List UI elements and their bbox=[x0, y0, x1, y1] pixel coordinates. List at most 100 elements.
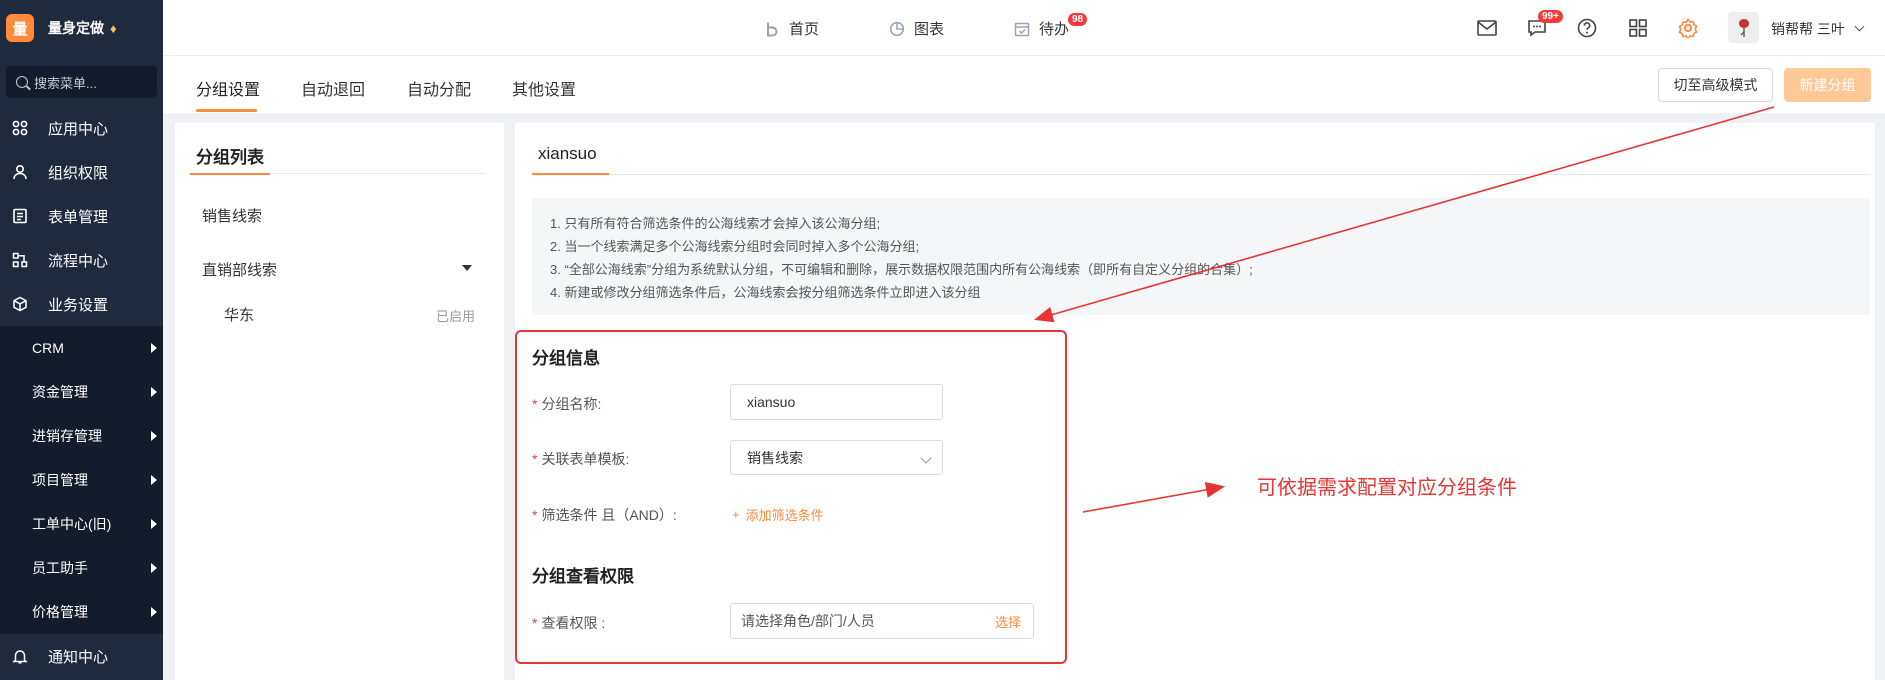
bell-icon bbox=[12, 648, 28, 664]
calendar-icon bbox=[1013, 20, 1031, 38]
permission-select[interactable]: 请选择角色/部门/人员 选择 bbox=[730, 603, 1034, 639]
brand[interactable]: 量 量身定做 ♦ bbox=[0, 0, 163, 56]
sidebar-item-label: 表单管理 bbox=[48, 208, 109, 226]
submenu-item-assistant[interactable]: 员工助手 bbox=[0, 546, 163, 590]
required-mark: * bbox=[532, 507, 538, 523]
caret-down-icon[interactable] bbox=[462, 265, 472, 271]
submenu-label: 进销存管理 bbox=[32, 428, 102, 444]
sidebar: 量 量身定做 ♦ 搜索菜单... 应用中心 组织权限 表单管理 流程中心 业务设… bbox=[0, 0, 163, 680]
chevron-down-icon bbox=[920, 452, 932, 464]
group-item-east-china[interactable]: 华东 bbox=[224, 304, 254, 325]
business-submenu: CRM 资金管理 进销存管理 项目管理 工单中心(旧) 员工助手 价格管理 bbox=[0, 326, 163, 634]
tab-bar: 分组设置 自动退回 自动分配 其他设置 切至高级模式 新建分组 bbox=[163, 56, 1885, 113]
triangle-right-icon bbox=[151, 431, 157, 441]
menu-search-input[interactable]: 搜索菜单... bbox=[6, 66, 157, 98]
filter-label: * 筛选条件 且（AND）: bbox=[532, 505, 677, 525]
sidebar-item-notifications[interactable]: 通知中心 bbox=[0, 634, 163, 678]
nav-label: 待办 bbox=[1039, 21, 1070, 38]
submenu-label: 项目管理 bbox=[32, 472, 88, 488]
group-title-underline bbox=[190, 173, 270, 175]
add-filter-label: 添加筛选条件 bbox=[745, 508, 824, 523]
help-icon[interactable] bbox=[1576, 17, 1598, 39]
mail-icon[interactable] bbox=[1476, 17, 1498, 39]
home-icon bbox=[763, 20, 781, 38]
submenu-item-funds[interactable]: 资金管理 bbox=[0, 370, 163, 414]
template-select[interactable]: 销售线索 bbox=[730, 440, 943, 475]
submenu-label: 员工助手 bbox=[32, 560, 88, 576]
group-name-input[interactable]: xiansuo bbox=[730, 384, 943, 420]
sidebar-item-label: 业务设置 bbox=[48, 296, 109, 314]
note-line: 2. 当一个线索满足多个公海线索分组时会同时掉入多个公海分组; bbox=[550, 239, 920, 254]
notes-box: 1. 只有所有符合筛选条件的公海线索才会掉入该公海分组; 2. 当一个线索满足多… bbox=[532, 198, 1870, 315]
required-mark: * bbox=[532, 396, 538, 412]
brand-logo: 量 bbox=[6, 14, 34, 42]
triangle-right-icon bbox=[151, 607, 157, 617]
sidebar-item-flow[interactable]: 流程中心 bbox=[0, 238, 163, 282]
sidebar-item-label: 流程中心 bbox=[48, 252, 109, 270]
submenu-item-tickets[interactable]: 工单中心(旧) bbox=[0, 502, 163, 546]
message-icon[interactable]: 99+ bbox=[1526, 10, 1563, 39]
required-mark: * bbox=[532, 615, 538, 631]
brand-name: 量身定做 bbox=[48, 20, 104, 36]
flow-icon bbox=[12, 252, 28, 268]
sidebar-item-label: 通知中心 bbox=[48, 648, 109, 666]
permission-placeholder: 请选择角色/部门/人员 bbox=[741, 613, 875, 629]
tab-auto-assign[interactable]: 自动分配 bbox=[407, 76, 471, 100]
todo-badge: 98 bbox=[1068, 13, 1088, 26]
group-name-value: xiansuo bbox=[747, 394, 796, 410]
group-name-label: * 分组名称: bbox=[532, 394, 601, 414]
submenu-label: 资金管理 bbox=[32, 384, 88, 400]
nav-charts[interactable]: 图表 bbox=[888, 18, 944, 39]
sidebar-item-label: 组织权限 bbox=[48, 164, 109, 182]
triangle-right-icon bbox=[151, 475, 157, 485]
nav-label: 图表 bbox=[914, 21, 945, 38]
submenu-item-crm[interactable]: CRM bbox=[0, 326, 163, 370]
sidebar-item-business[interactable]: 业务设置 bbox=[0, 282, 163, 326]
group-name-label-text: 分组名称: bbox=[541, 396, 602, 412]
chart-icon bbox=[888, 20, 906, 38]
settings-gear-icon[interactable] bbox=[1677, 17, 1699, 39]
user-name[interactable]: 销帮帮 三叶 bbox=[1771, 19, 1845, 39]
cube-icon bbox=[12, 296, 28, 312]
status-enabled: 已启用 bbox=[436, 309, 476, 324]
avatar[interactable] bbox=[1728, 12, 1759, 43]
nav-label: 首页 bbox=[789, 21, 820, 38]
group-list-panel: 分组列表 销售线索 直销部线索 华东 已启用 bbox=[175, 123, 504, 680]
permission-label-text: 查看权限 : bbox=[541, 615, 606, 631]
group-detail-tab[interactable]: xiansuo bbox=[538, 144, 597, 164]
chevron-down-icon[interactable] bbox=[1854, 21, 1865, 32]
tab-other-settings[interactable]: 其他设置 bbox=[512, 76, 576, 100]
search-icon bbox=[16, 76, 28, 88]
group-item-direct-sales[interactable]: 直销部线索 bbox=[202, 259, 277, 280]
nav-home[interactable]: 首页 bbox=[763, 18, 819, 39]
submenu-item-inventory[interactable]: 进销存管理 bbox=[0, 414, 163, 458]
sidebar-item-apps[interactable]: 应用中心 bbox=[0, 106, 163, 150]
form-icon bbox=[12, 208, 28, 224]
group-item-sales-leads[interactable]: 销售线索 bbox=[202, 205, 262, 226]
group-detail-tab-underline bbox=[532, 173, 609, 175]
note-line: 3. “全部公海线索”分组为系统默认分组，不可编辑和删除，展示数据权限范围内所有… bbox=[550, 262, 1253, 277]
tab-group-settings[interactable]: 分组设置 bbox=[196, 76, 260, 100]
user-icon bbox=[12, 164, 28, 180]
new-group-button[interactable]: 新建分组 bbox=[1784, 68, 1871, 102]
submenu-item-pricing[interactable]: 价格管理 bbox=[0, 590, 163, 634]
gem-icon: ♦ bbox=[110, 20, 117, 36]
filter-label-text: 筛选条件 且（AND）: bbox=[541, 507, 677, 523]
nav-todo[interactable]: 待办 98 bbox=[1013, 13, 1088, 39]
submenu-label: CRM bbox=[32, 340, 64, 356]
tab-auto-return[interactable]: 自动退回 bbox=[301, 76, 365, 100]
add-filter-button[interactable]: + 添加筛选条件 bbox=[732, 505, 824, 524]
active-tab-indicator bbox=[196, 109, 257, 112]
sidebar-item-org[interactable]: 组织权限 bbox=[0, 150, 163, 194]
group-info-title: 分组信息 bbox=[532, 349, 600, 368]
advanced-mode-button[interactable]: 切至高级模式 bbox=[1658, 68, 1773, 102]
submenu-item-projects[interactable]: 项目管理 bbox=[0, 458, 163, 502]
sidebar-item-label: 应用中心 bbox=[48, 120, 109, 138]
template-value: 销售线索 bbox=[747, 449, 803, 466]
grid-icon[interactable] bbox=[1627, 17, 1649, 39]
triangle-right-icon bbox=[151, 387, 157, 397]
sidebar-item-forms[interactable]: 表单管理 bbox=[0, 194, 163, 238]
triangle-right-icon bbox=[151, 563, 157, 573]
permission-label: * 查看权限 : bbox=[532, 613, 605, 633]
select-link[interactable]: 选择 bbox=[995, 612, 1021, 631]
